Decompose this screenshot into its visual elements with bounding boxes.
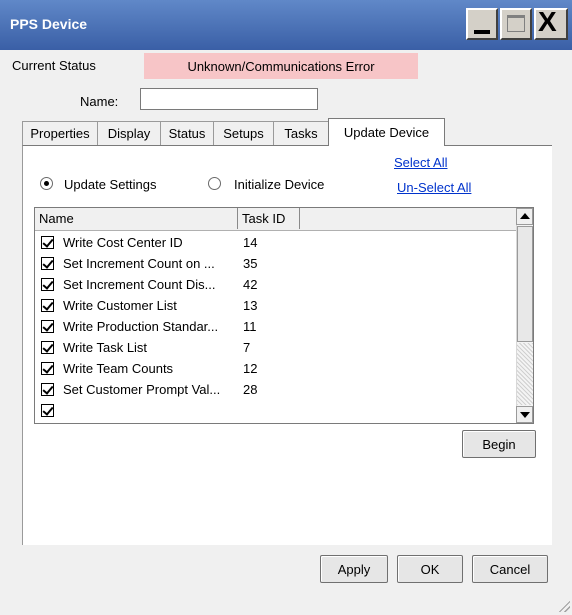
current-status-value: Unknown/Communications Error xyxy=(144,53,418,79)
row-name: Write Task List xyxy=(63,340,148,355)
begin-button[interactable]: Begin xyxy=(462,430,536,458)
row-checkbox[interactable] xyxy=(41,383,54,396)
list-item[interactable]: Set Increment Count Dis... 42 xyxy=(35,274,517,295)
list-scrollbar[interactable] xyxy=(516,208,533,423)
update-settings-radio[interactable] xyxy=(40,177,53,190)
row-task-id: 42 xyxy=(243,277,258,292)
scroll-down-button[interactable] xyxy=(516,406,533,423)
row-checkbox[interactable] xyxy=(41,236,54,249)
window-title: PPS Device xyxy=(10,16,88,32)
list-item[interactable]: Write Team Counts 12 xyxy=(35,358,517,379)
close-button[interactable]: X xyxy=(534,6,568,40)
status-text: Unknown/Communications Error xyxy=(187,58,375,74)
row-name: Set Increment Count on ... xyxy=(63,256,215,271)
row-name: Set Customer Prompt Val... xyxy=(63,382,221,397)
row-name: Write Team Counts xyxy=(63,361,174,376)
list-item[interactable]: Write Cost Center ID 14 xyxy=(35,232,517,253)
name-label: Name: xyxy=(80,94,119,109)
scroll-thumb[interactable] xyxy=(517,226,533,342)
row-checkbox[interactable] xyxy=(41,320,54,333)
list-item[interactable]: Write Customer List 13 xyxy=(35,295,517,316)
tab-tasks[interactable]: Tasks xyxy=(273,121,329,145)
row-checkbox[interactable] xyxy=(41,404,54,417)
apply-button[interactable]: Apply xyxy=(320,555,388,583)
row-checkbox[interactable] xyxy=(41,278,54,291)
tab-setups[interactable]: Setups xyxy=(213,121,274,145)
row-checkbox[interactable] xyxy=(41,341,54,354)
select-all-link[interactable]: Select All xyxy=(394,155,447,170)
list-item[interactable]: Set Customer Prompt Val... 28 xyxy=(35,379,517,400)
name-input[interactable] xyxy=(140,88,318,110)
row-task-id: 7 xyxy=(243,340,251,355)
row-checkbox[interactable] xyxy=(41,257,54,270)
column-header-name[interactable]: Name xyxy=(35,208,238,229)
tab-properties[interactable]: Properties xyxy=(22,121,98,145)
update-settings-label[interactable]: Update Settings xyxy=(64,177,157,192)
row-task-id: 12 xyxy=(243,361,258,376)
initialize-device-label[interactable]: Initialize Device xyxy=(234,177,324,192)
maximize-button[interactable] xyxy=(500,8,532,40)
list-item[interactable]: Write Task List 7 xyxy=(35,337,517,358)
row-name: Write Customer List xyxy=(63,298,177,313)
row-name: Set Increment Count Dis... xyxy=(63,277,216,292)
task-list[interactable]: Name Task ID Write Cost Center ID 14 Set… xyxy=(34,207,534,424)
row-name: Write Production Standar... xyxy=(63,319,219,334)
tab-status[interactable]: Status xyxy=(160,121,214,145)
ok-button[interactable]: OK xyxy=(397,555,463,583)
arrow-up-icon xyxy=(520,213,530,219)
initialize-device-radio[interactable] xyxy=(208,177,221,190)
row-task-id: 13 xyxy=(243,298,258,313)
row-task-id: 28 xyxy=(243,382,258,397)
list-item[interactable]: Write Production Standar... 11 xyxy=(35,316,517,337)
tab-display[interactable]: Display xyxy=(97,121,161,145)
maximize-icon xyxy=(507,15,525,32)
minimize-button[interactable] xyxy=(466,8,498,40)
unselect-all-link[interactable]: Un-Select All xyxy=(397,180,471,195)
scroll-up-button[interactable] xyxy=(516,208,533,225)
row-task-id: 11 xyxy=(243,319,257,334)
list-header: Name Task ID xyxy=(35,208,517,231)
arrow-down-icon xyxy=(520,412,530,418)
list-item[interactable]: Set Increment Count on ... 35 xyxy=(35,253,517,274)
row-name: Write Cost Center ID xyxy=(63,235,183,250)
cancel-button[interactable]: Cancel xyxy=(472,555,548,583)
close-icon: X xyxy=(538,6,557,37)
row-checkbox[interactable] xyxy=(41,362,54,375)
list-item-partial[interactable] xyxy=(35,400,517,421)
scroll-track[interactable] xyxy=(517,343,533,405)
row-task-id: 14 xyxy=(243,235,258,250)
resize-grip-icon[interactable] xyxy=(556,598,570,612)
row-task-id: 35 xyxy=(243,256,258,271)
column-header-task-id[interactable]: Task ID xyxy=(238,208,300,229)
column-header-spacer xyxy=(300,208,304,229)
tab-update-device[interactable]: Update Device xyxy=(328,118,445,146)
row-checkbox[interactable] xyxy=(41,299,54,312)
minimize-icon xyxy=(474,30,490,34)
current-status-label: Current Status xyxy=(12,58,96,73)
